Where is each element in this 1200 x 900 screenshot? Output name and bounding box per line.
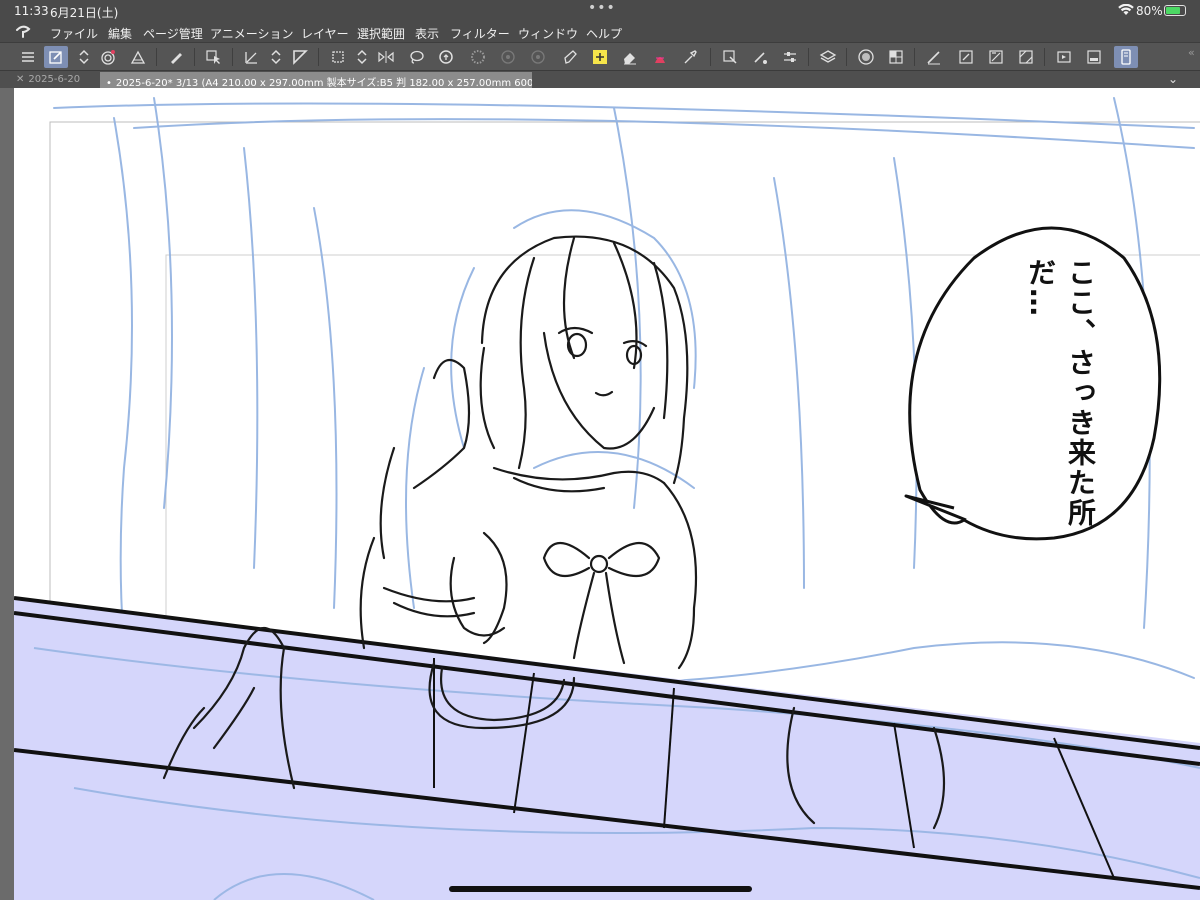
sliders-icon[interactable] [778, 46, 802, 68]
toolbar-divider [710, 48, 711, 66]
menu-animation[interactable]: アニメーション [210, 25, 294, 42]
status-date: 6月21日(土) [50, 6, 119, 20]
command-bar [0, 42, 1200, 70]
menu-help[interactable]: ヘルプ [586, 25, 622, 42]
modified-dot-icon: • [106, 78, 112, 88]
toolbar-divider [194, 48, 195, 66]
crop-icon[interactable] [326, 46, 350, 68]
document-tab-bar: ✕ 2025-6-20 • 2025-6-20* 3/13 (A4 210.00 x… [0, 70, 1200, 88]
menu-filter[interactable]: フィルター [450, 25, 510, 42]
triangle-ruler-icon[interactable] [288, 46, 312, 68]
multitasking-dots-icon[interactable]: ••• [588, 0, 616, 16]
menu-layer[interactable]: レイヤー [301, 25, 349, 42]
menu-window[interactable]: ウィンドウ [518, 25, 578, 42]
grid-icon[interactable] [884, 46, 908, 68]
tablet-icon[interactable] [1114, 46, 1138, 68]
canvas-area[interactable]: ここ、さっき来た所だ… [0, 88, 1200, 900]
battery-fill [1166, 7, 1180, 14]
toolbar-divider [232, 48, 233, 66]
toolbar-divider [914, 48, 915, 66]
up-down-chevron-icon[interactable] [264, 46, 288, 68]
toolbar-divider [1044, 48, 1045, 66]
up-down-chevron-icon[interactable] [72, 46, 96, 68]
pen-tip-icon[interactable] [558, 46, 582, 68]
toolbar-divider [846, 48, 847, 66]
circle-dotted-icon[interactable] [496, 46, 520, 68]
layers-icon[interactable] [816, 46, 840, 68]
document-tab-active[interactable]: • 2025-6-20* 3/13 (A4 210.00 x 297.00mm 製… [100, 72, 532, 88]
eyedropper-icon[interactable] [678, 46, 702, 68]
document-tab-inactive[interactable]: ✕ 2025-6-20 [10, 72, 98, 88]
menu-page[interactable]: ページ管理 [143, 25, 203, 42]
layer-properties-icon[interactable] [718, 46, 742, 68]
menu-bar: ファイル 編集 ページ管理 アニメーション レイヤー 選択範囲 表示 フィルター… [0, 22, 1200, 42]
menu-edit[interactable]: 編集 [108, 25, 132, 42]
frame-icon[interactable] [954, 46, 978, 68]
transform-arrow-icon[interactable] [240, 46, 264, 68]
flip-icon[interactable] [374, 46, 398, 68]
status-bar: 11:33 6月21日(土) ••• 80% [0, 0, 1200, 22]
close-icon[interactable]: ✕ [16, 74, 24, 85]
menu-icon[interactable] [16, 46, 40, 68]
select-arrow-icon[interactable] [202, 46, 226, 68]
tab-label: 2025-6-20 [28, 74, 81, 85]
up-down-chevron-icon[interactable] [350, 46, 374, 68]
edit-mode-icon[interactable] [44, 46, 68, 68]
lasso-icon[interactable] [404, 46, 428, 68]
app-logo-icon[interactable] [14, 24, 32, 40]
ruler-square-icon[interactable] [126, 46, 150, 68]
spinner-icon[interactable] [466, 46, 490, 68]
eraser-icon[interactable] [618, 46, 642, 68]
battery-icon [1164, 5, 1186, 16]
color-circle-icon[interactable] [854, 46, 878, 68]
drawing-canvas[interactable]: ここ、さっき来た所だ… [14, 88, 1200, 900]
add-layer-icon[interactable] [588, 46, 612, 68]
film-icon[interactable] [1052, 46, 1076, 68]
chevron-down-icon[interactable]: ⌄ [1168, 72, 1178, 86]
fill-bucket-icon[interactable] [648, 46, 672, 68]
pen-icon[interactable] [164, 46, 188, 68]
speech-balloon-text: ここ、さっき来た所だ… [1024, 258, 1097, 528]
menu-view[interactable]: 表示 [415, 25, 439, 42]
brush-size-icon[interactable] [748, 46, 772, 68]
tab-label: 2025-6-20* 3/13 (A4 210.00 x 297.00mm 製本… [115, 78, 532, 88]
right-panel-chevron-icon[interactable]: « [1188, 46, 1195, 59]
home-indicator[interactable] [449, 886, 752, 892]
battery-percent: 80% [1136, 4, 1163, 18]
circle-dotted-icon[interactable] [526, 46, 550, 68]
toolbar-divider [156, 48, 157, 66]
screen-icon[interactable] [1082, 46, 1106, 68]
frame-edit-icon[interactable] [984, 46, 1008, 68]
menu-selection[interactable]: 選択範囲 [357, 25, 405, 42]
reload-icon[interactable] [434, 46, 458, 68]
draw-line-icon[interactable] [922, 46, 946, 68]
menu-file[interactable]: ファイル [50, 25, 98, 42]
animation-icon[interactable] [1014, 46, 1038, 68]
toolbar-divider [318, 48, 319, 66]
toolbar-divider [808, 48, 809, 66]
status-time: 11:33 [14, 4, 49, 18]
eyedropper-circle-icon[interactable] [96, 46, 120, 68]
wifi-icon [1118, 4, 1134, 15]
